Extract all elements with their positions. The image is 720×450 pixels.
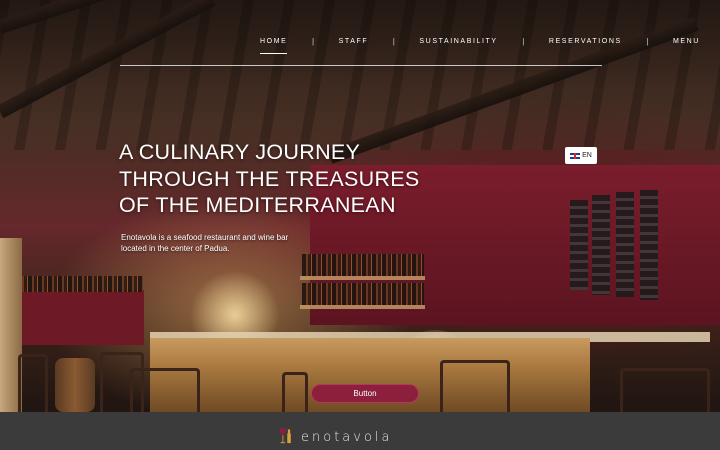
chair xyxy=(18,354,48,412)
headline-line: THROUGH THE TREASURES xyxy=(119,166,420,191)
hero-cta-button[interactable]: Button xyxy=(311,384,419,403)
wine-rack xyxy=(640,190,658,300)
wine-rack xyxy=(616,192,634,297)
wine-rack xyxy=(570,200,588,290)
nav-item-menu[interactable]: MENU xyxy=(673,38,700,45)
logo-wordmark: enotavola xyxy=(301,430,393,445)
language-code: EN xyxy=(582,152,592,159)
chair xyxy=(130,368,200,412)
nav-separator: | xyxy=(646,36,649,46)
headline-line: OF THE MEDITERRANEAN xyxy=(119,193,396,217)
hero-headline: A CULINARY JOURNEY THROUGH THE TREASURES… xyxy=(119,139,439,219)
nav-separator: | xyxy=(392,36,395,46)
nav-divider xyxy=(120,65,602,66)
chair xyxy=(282,372,308,412)
nav-separator: | xyxy=(522,36,525,46)
wine-wall-left xyxy=(14,290,144,345)
nav-item-staff[interactable]: STAFF xyxy=(339,38,369,45)
nav-item-sustainability[interactable]: SUSTAINABILITY xyxy=(419,38,497,45)
shelf xyxy=(300,305,425,309)
chair xyxy=(620,368,710,412)
wine-bottles xyxy=(18,276,143,292)
wine-glass-bottle-icon xyxy=(279,428,291,444)
enotavola-logo[interactable]: enotavola xyxy=(279,421,392,449)
headline-line: A CULINARY JOURNEY xyxy=(119,140,361,164)
main-nav: HOME | STAFF | SUSTAINABILITY | RESERVAT… xyxy=(260,35,700,54)
nav-item-home[interactable]: HOME xyxy=(260,38,288,54)
wine-barrel xyxy=(55,358,95,412)
nav-separator: | xyxy=(311,36,315,46)
wine-rack xyxy=(592,195,610,295)
nav-item-reservations[interactable]: RESERVATIONS xyxy=(549,38,622,45)
uk-flag-icon xyxy=(570,152,581,159)
hero-tagline: Enotavola is a seafood restaurant and wi… xyxy=(121,233,289,253)
wine-bottles xyxy=(302,283,424,305)
ceiling-beams xyxy=(0,0,720,150)
language-switcher[interactable]: EN xyxy=(565,147,597,164)
shelf xyxy=(300,276,425,280)
wine-bottles xyxy=(302,254,424,276)
chair xyxy=(440,360,510,412)
